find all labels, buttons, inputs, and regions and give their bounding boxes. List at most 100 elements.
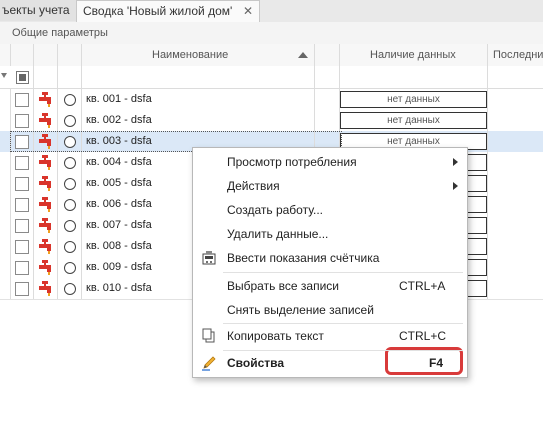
status-radio[interactable] bbox=[64, 241, 76, 253]
status-radio[interactable] bbox=[64, 283, 76, 295]
divider bbox=[10, 173, 11, 194]
status-radio[interactable] bbox=[64, 94, 76, 106]
divider bbox=[10, 215, 11, 236]
menu-item-label: Снять выделение записей bbox=[227, 303, 374, 317]
row-name: кв. 005 - dsfa bbox=[86, 177, 152, 189]
water-tap-icon bbox=[39, 92, 51, 107]
row-checkbox[interactable] bbox=[15, 240, 29, 254]
divider bbox=[57, 152, 58, 173]
divider bbox=[81, 110, 82, 131]
status-radio[interactable] bbox=[64, 262, 76, 274]
divider bbox=[33, 152, 34, 173]
divider bbox=[487, 89, 488, 110]
select-all-checkbox[interactable] bbox=[16, 71, 29, 84]
divider bbox=[57, 257, 58, 278]
divider bbox=[10, 110, 11, 131]
divider bbox=[57, 215, 58, 236]
water-tap-icon bbox=[39, 281, 51, 296]
divider bbox=[33, 66, 34, 88]
divider bbox=[10, 257, 11, 278]
divider bbox=[33, 194, 34, 215]
column-name-header[interactable]: Наименование bbox=[152, 49, 228, 61]
row-checkbox[interactable] bbox=[15, 93, 29, 107]
divider bbox=[487, 173, 488, 194]
row-name: кв. 009 - dsfa bbox=[86, 261, 152, 273]
divider bbox=[487, 236, 488, 257]
row-name: кв. 007 - dsfa bbox=[86, 219, 152, 231]
divider bbox=[339, 44, 340, 66]
divider bbox=[10, 236, 11, 257]
status-radio[interactable] bbox=[64, 220, 76, 232]
filter-icon[interactable] bbox=[1, 73, 7, 78]
status-radio[interactable] bbox=[64, 199, 76, 211]
row-checkbox[interactable] bbox=[15, 282, 29, 296]
divider bbox=[487, 257, 488, 278]
water-tap-icon bbox=[39, 197, 51, 212]
divider bbox=[81, 215, 82, 236]
divider bbox=[33, 257, 34, 278]
divider bbox=[57, 236, 58, 257]
divider bbox=[81, 236, 82, 257]
divider bbox=[10, 194, 11, 215]
status-radio[interactable] bbox=[64, 178, 76, 190]
menu-item-label: Создать работу... bbox=[227, 203, 323, 217]
divider bbox=[487, 110, 488, 131]
menu-item-create-work[interactable]: Создать работу... bbox=[193, 198, 467, 222]
menu-item-properties[interactable]: Свойства F4 bbox=[193, 351, 467, 375]
tab-summary[interactable]: Сводка 'Новый жилой дом' ✕ bbox=[76, 0, 260, 22]
row-name: кв. 010 - dsfa bbox=[86, 282, 152, 294]
tab-accounting-objects[interactable]: ъекты учета bbox=[0, 0, 79, 21]
menu-item-label: Выбрать все записи bbox=[227, 279, 339, 293]
divider bbox=[314, 44, 315, 66]
divider bbox=[33, 173, 34, 194]
row-checkbox[interactable] bbox=[15, 219, 29, 233]
row-name: кв. 006 - dsfa bbox=[86, 198, 152, 210]
row-checkbox[interactable] bbox=[15, 261, 29, 275]
divider bbox=[81, 278, 82, 299]
menu-separator bbox=[223, 272, 463, 273]
menu-item-delete-data[interactable]: Удалить данные... bbox=[193, 222, 467, 246]
submenu-arrow-icon bbox=[453, 158, 458, 166]
divider bbox=[33, 278, 34, 299]
row-checkbox[interactable] bbox=[15, 177, 29, 191]
tab-label: Сводка 'Новый жилой дом' bbox=[83, 4, 233, 18]
divider bbox=[33, 215, 34, 236]
row-checkbox[interactable] bbox=[15, 156, 29, 170]
menu-item-view-consumption[interactable]: Просмотр потребления bbox=[193, 150, 467, 174]
divider bbox=[339, 66, 340, 88]
divider bbox=[57, 194, 58, 215]
row-name: кв. 008 - dsfa bbox=[86, 240, 152, 252]
column-data-presence-header[interactable]: Наличие данных bbox=[370, 49, 456, 61]
menu-item-select-all[interactable]: Выбрать все записи CTRL+A bbox=[193, 274, 467, 298]
table-row[interactable]: кв. 001 - dsfa нет данных bbox=[0, 89, 543, 111]
menu-item-enter-meter-readings[interactable]: Ввести показания счётчика bbox=[193, 246, 467, 270]
menu-item-label: Действия bbox=[227, 179, 280, 193]
divider bbox=[81, 194, 82, 215]
column-header: Наименование Наличие данных Последни bbox=[0, 44, 543, 67]
row-checkbox[interactable] bbox=[15, 114, 29, 128]
menu-item-copy-text[interactable]: Копировать текст CTRL+C bbox=[193, 324, 467, 375]
divider bbox=[57, 110, 58, 131]
data-presence-cell: нет данных bbox=[340, 112, 487, 129]
close-icon[interactable]: ✕ bbox=[243, 1, 253, 22]
water-tap-icon bbox=[39, 176, 51, 191]
menu-item-deselect-all[interactable]: Снять выделение записей bbox=[193, 298, 467, 322]
divider bbox=[10, 89, 11, 110]
divider bbox=[314, 110, 315, 131]
menu-item-actions[interactable]: Действия bbox=[193, 174, 467, 198]
divider bbox=[33, 89, 34, 110]
row-checkbox[interactable] bbox=[15, 198, 29, 212]
divider bbox=[314, 89, 315, 110]
column-last-header[interactable]: Последни bbox=[493, 49, 543, 61]
divider bbox=[487, 278, 488, 299]
divider bbox=[487, 194, 488, 215]
divider bbox=[487, 66, 488, 88]
tab-bar: ъекты учета Сводка 'Новый жилой дом' ✕ bbox=[0, 0, 543, 23]
status-radio[interactable] bbox=[64, 115, 76, 127]
table-row[interactable]: кв. 002 - dsfa нет данных bbox=[0, 110, 543, 132]
divider bbox=[57, 66, 58, 88]
status-radio[interactable] bbox=[64, 157, 76, 169]
divider bbox=[10, 278, 11, 299]
divider bbox=[314, 66, 315, 88]
menu-item-label: Ввести показания счётчика bbox=[227, 251, 380, 265]
